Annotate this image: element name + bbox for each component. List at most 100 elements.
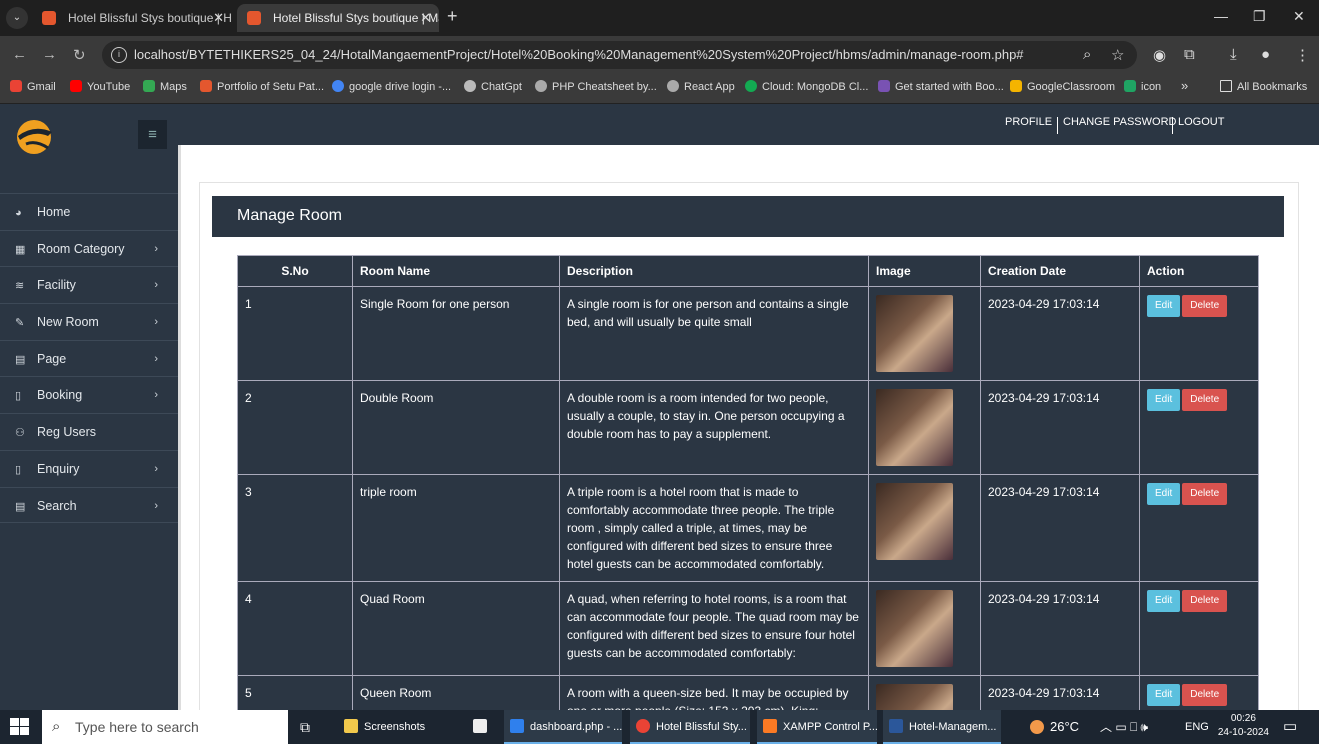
close-icon[interactable]: ✕ [213,4,224,32]
taskbar-app-word[interactable]: Hotel-Managem... [883,710,1001,744]
weather-widget[interactable]: 26°C [1030,710,1079,744]
file-icon [473,719,487,733]
restore-icon[interactable]: ❐ [1253,8,1266,25]
bookmark-youtube[interactable]: YouTube [70,80,130,93]
notification-icon[interactable]: ▭ [1283,710,1297,744]
taskbar-app-chrome[interactable]: Hotel Blissful Sty... [630,710,750,744]
edit-button[interactable]: Edit [1147,389,1181,411]
forward-icon[interactable]: → [42,46,57,63]
more-menu-icon[interactable]: ⋮ [1295,46,1310,64]
account-icon[interactable]: ● [1261,46,1270,63]
minimize-icon[interactable]: — [1214,8,1228,24]
sidebar-item-room-category[interactable]: ▦ Room Category › [0,229,178,267]
logout-link[interactable]: LOGOUT [1178,116,1224,128]
taskbar-search-input[interactable]: ⌕ Type here to search [42,710,288,744]
column-header: Room Name [352,255,560,287]
taskbar-app-xampp[interactable]: XAMPP Control P... [757,710,878,744]
bookmark-chatgpt[interactable]: ChatGpt [464,80,522,93]
extensions-icon[interactable]: ⧉ [1184,46,1195,63]
search-icon: ⌕ [52,718,61,735]
divider [1172,117,1173,134]
sidebar-item-reg-users[interactable]: ⚇ Reg Users [0,413,178,450]
bookmark-maps[interactable]: Maps [143,80,187,93]
sidebar-item-home[interactable]: ◕ Home [0,193,178,230]
mongodb-icon [745,80,757,92]
file-icon: ▤ [15,353,26,366]
tab-search-icon[interactable]: ⌄ [6,7,28,29]
browser-tab-1[interactable]: Hotel Blissful Stys boutique | Ho ✕ [32,4,232,32]
rooms-table: S.No Room Name Description Image Creatio… [237,255,1259,744]
favicon-icon [42,11,56,25]
edit-button[interactable]: Edit [1147,590,1181,612]
sidebar-item-booking[interactable]: ▯ Booking › [0,376,178,413]
cell-action: Edit Delete [1139,380,1259,475]
profile-icon[interactable]: ◉ [1153,46,1166,64]
taskbar-app-file[interactable] [466,710,494,744]
download-icon[interactable]: ⤓ [1230,46,1237,63]
url-field[interactable]: i localhost/BYTETHIKERS25_04_24/HotalMan… [102,41,1137,69]
column-header: Action [1139,255,1259,287]
wifi-icon: ≋ [15,280,25,293]
edit-button[interactable]: Edit [1147,295,1181,317]
delete-button[interactable]: Delete [1182,483,1228,505]
windows-start-icon[interactable] [10,718,30,736]
cell-description: A single room is for one person and cont… [559,286,869,381]
language-indicator[interactable]: ENG [1185,710,1209,744]
word-icon [889,719,903,733]
cell-room-name: Double Room [352,380,560,475]
all-bookmarks[interactable]: All Bookmarks [1220,80,1307,93]
delete-button[interactable]: Delete [1182,295,1228,317]
sidebar-item-page[interactable]: ▤ Page › [0,339,178,377]
cell-sno: 2 [237,380,353,475]
icon-site-icon [1124,80,1136,92]
zoom-icon[interactable]: ⌕ [1083,46,1091,63]
favicon-icon [247,11,261,25]
book-icon: ▯ [15,463,22,476]
bookmark-mongodb[interactable]: Cloud: MongoDB Cl... [745,80,868,93]
file-icon: ▤ [15,500,26,513]
change-password-link[interactable]: CHANGE PASSWORD [1063,116,1176,128]
room-image [876,389,953,466]
bookmark-bootstrap[interactable]: Get started with Boo... [878,80,1004,93]
sidebar-item-new-room[interactable]: ✎ New Room › [0,303,178,340]
tab-label: Hotel Blissful Stys boutique | Ma [273,11,439,25]
hotel-logo[interactable] [12,116,56,156]
browser-tab-2[interactable]: Hotel Blissful Stys boutique | Ma ✕ [237,4,439,32]
table-row: 3 triple room A triple room is a hotel r… [237,474,1259,582]
taskbar-app-vscode[interactable]: dashboard.php - ... [504,710,622,744]
chevron-right-icon: › [154,352,158,365]
task-view-icon[interactable]: ⧉ [300,710,310,744]
taskbar-clock[interactable]: 00:26 24-10-2024 [1218,712,1269,740]
edit-button[interactable]: Edit [1147,483,1181,505]
site-info-icon[interactable]: i [111,47,127,63]
more-bookmarks-icon[interactable]: » [1181,78,1188,93]
dashboard-icon: ◕ [15,207,22,219]
sidebar-item-search[interactable]: ▤ Search › [0,486,178,524]
close-icon[interactable]: ✕ [420,4,431,32]
menu-toggle-icon[interactable]: ≡ [138,120,167,149]
cell-creation-date: 2023-04-29 17:03:14 [980,380,1140,475]
bookmark-classroom[interactable]: GoogleClassroom [1010,80,1115,93]
bookmark-google-drive[interactable]: google drive login -... [332,80,451,93]
sidebar-item-facility[interactable]: ≋ Facility › [0,266,178,303]
close-window-icon[interactable]: ✕ [1293,8,1305,25]
bookmarks-bar: Gmail YouTube Maps Portfolio of Setu Pat… [0,74,1319,104]
star-icon[interactable]: ☆ [1111,46,1124,64]
delete-button[interactable]: Delete [1182,590,1228,612]
bookmark-icon[interactable]: icon [1124,80,1161,93]
profile-link[interactable]: PROFILE [1005,116,1052,128]
bookmark-react-app[interactable]: React App [667,80,735,93]
delete-button[interactable]: Delete [1182,389,1228,411]
edit-button[interactable]: Edit [1147,684,1181,706]
new-tab-icon[interactable]: + [447,6,458,27]
sidebar-item-enquiry[interactable]: ▯ Enquiry › [0,449,178,487]
taskbar-app-screenshots[interactable]: Screenshots [336,710,454,744]
back-icon[interactable]: ← [12,46,27,63]
system-tray-icons[interactable]: ︿ ▭ ⎕ 🕪 [1100,710,1148,744]
reload-icon[interactable]: ↻ [73,46,86,64]
vscode-icon [510,719,524,733]
delete-button[interactable]: Delete [1182,684,1228,706]
bookmark-portfolio[interactable]: Portfolio of Setu Pat... [200,80,324,93]
bookmark-gmail[interactable]: Gmail [10,80,56,93]
bookmark-php-cheatsheet[interactable]: PHP Cheatsheet by... [535,80,657,93]
